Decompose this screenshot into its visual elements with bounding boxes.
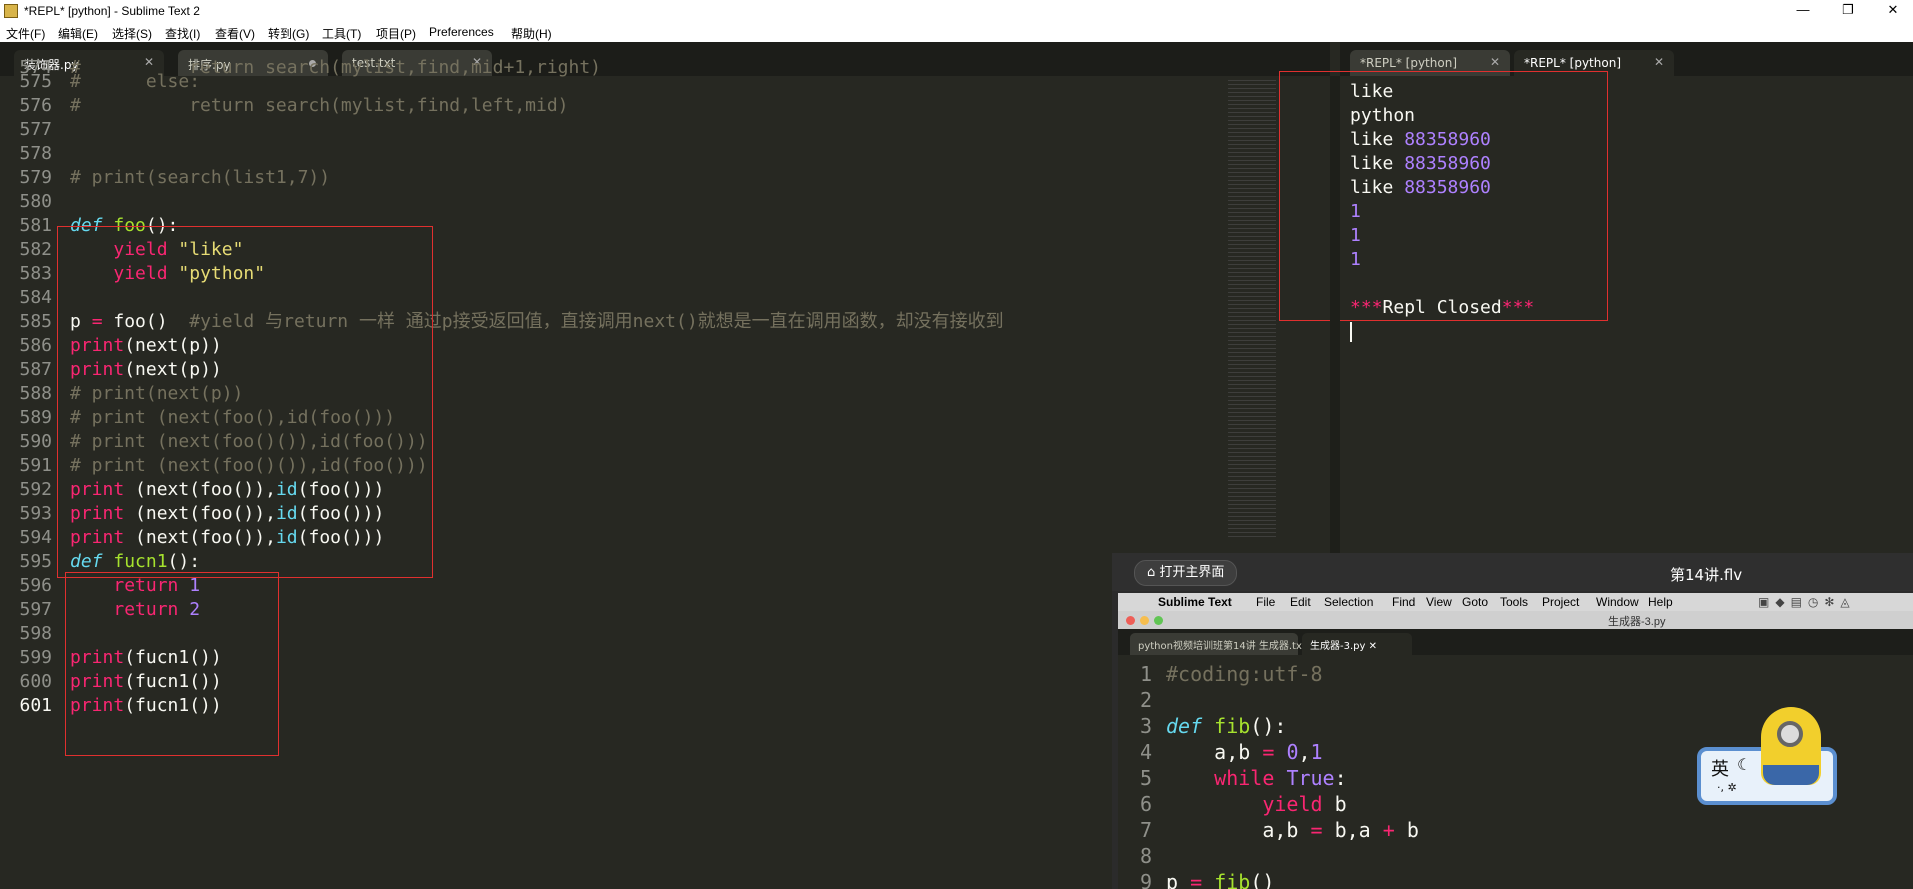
menu-find[interactable]: 查找(I) [165, 25, 200, 42]
repl-line [1350, 272, 1534, 296]
ime-toolbar-widget[interactable]: 英 ☾ ·, ✲ [1697, 707, 1842, 807]
sublime-app-icon [4, 4, 18, 18]
video-top-bar: ⌂ 打开主界面 第14讲.flv [1112, 553, 1913, 591]
menu-goto[interactable]: 转到(G) [268, 25, 309, 42]
menu-view[interactable]: 查看(V) [215, 25, 255, 42]
close-window-button[interactable]: ✕ [1873, 0, 1913, 22]
repl-line: 1 [1350, 249, 1361, 270]
mac-window-titlebar: 生成器-3.py [1118, 611, 1913, 629]
mac-close-icon [1126, 616, 1135, 625]
mac-tab-txt: python视频培训班第14讲 生成器.txt ✕ [1130, 633, 1317, 655]
mac-menu-file: File [1256, 595, 1276, 609]
tab-label: *REPL* [python] [1360, 56, 1457, 70]
mascot-goggle [1777, 721, 1803, 747]
mac-code-line: 2 [1139, 688, 1152, 712]
moon-icon[interactable]: ☾ [1737, 755, 1751, 774]
code-line: 574 # return search(mylist,find,mid+1,rig… [19, 57, 602, 78]
mac-code-line: 3 def fib(): [1139, 714, 1287, 738]
mac-tab-py: 生成器-3.py ✕ [1302, 633, 1412, 655]
mac-menu-project: Project [1542, 595, 1580, 609]
ime-language-indicator[interactable]: 英 [1711, 755, 1729, 781]
repl-line: 1 [1350, 201, 1361, 222]
mac-code-line: 5 while True: [1139, 766, 1347, 790]
mac-menu-app: Sublime Text [1158, 595, 1232, 609]
menu-file[interactable]: 文件(F) [6, 25, 45, 42]
text-cursor [1350, 322, 1352, 342]
mac-window-filename: 生成器-3.py [1608, 616, 1666, 628]
repl-line: like 88358960 [1350, 129, 1491, 150]
highlight-box-fucn1 [65, 572, 279, 756]
video-title: 第14讲.flv [1670, 566, 1743, 584]
mascot-overalls [1763, 765, 1819, 785]
mac-code: 1 #coding:utf-8 2 3 def fib(): 4 a,b = 0,1 5 w… [1118, 661, 1419, 889]
mac-code-line: 7 a,b = b,a + b [1139, 818, 1419, 842]
mac-menu-selection: Selection [1324, 595, 1374, 609]
tab-label: *REPL* [python] [1524, 56, 1621, 70]
open-home-button[interactable]: ⌂ 打开主界面 [1134, 560, 1238, 586]
home-icon: ⌂ [1147, 565, 1160, 580]
repl-cursor-line [1350, 320, 1534, 344]
menu-bar: 文件(F) 编辑(E) 选择(S) 查找(I) 查看(V) 转到(G) 工具(T… [0, 22, 1913, 42]
mac-minimize-icon [1140, 616, 1149, 625]
repl-line: 1 [1350, 225, 1361, 246]
mac-menu-view: View [1426, 595, 1452, 609]
code-line: 579 # print(search(list1,7)) [19, 167, 331, 188]
mac-menu-window: Window [1596, 595, 1639, 609]
repl-line: like 88358960 [1350, 153, 1491, 174]
repl-output[interactable]: like python like 88358960 like 88358960 like… [1350, 80, 1534, 344]
tab-close-icon[interactable]: ✕ [1654, 55, 1664, 69]
mac-code-line: 4 a,b = 0,1 [1139, 740, 1323, 764]
mac-menu-help: Help [1648, 595, 1673, 609]
mac-menu-find: Find [1392, 595, 1416, 609]
minimize-button[interactable]: — [1783, 0, 1823, 22]
code-line: 578 [19, 143, 52, 164]
window-title: *REPL* [python] - Sublime Text 2 [24, 4, 200, 18]
mac-code-line: 8 [1139, 844, 1152, 868]
mac-menu-bar: Sublime Text File Edit Selection Find Vi… [1118, 593, 1913, 611]
code-line: 577 [19, 119, 52, 140]
menu-preferences[interactable]: Preferences [429, 25, 494, 39]
mac-zoom-icon [1154, 616, 1163, 625]
mac-menu-tools: Tools [1500, 595, 1529, 609]
minimap[interactable] [1228, 80, 1276, 540]
repl-line: like 88358960 [1350, 177, 1491, 198]
window-titlebar: *REPL* [python] - Sublime Text 2 — ❐ ✕ [0, 0, 1913, 22]
mac-tab-bar: python视频培训班第14讲 生成器.txt ✕ 生成器-3.py ✕ [1118, 629, 1913, 655]
mac-code-line: 1 #coding:utf-8 [1139, 662, 1323, 686]
mac-code-line: 6 yield b [1139, 792, 1347, 816]
menu-help[interactable]: 帮助(H) [511, 25, 552, 42]
mac-menu-edit: Edit [1290, 595, 1311, 609]
ime-extra-icons: ·, ✲ [1717, 781, 1737, 794]
mac-status-icons: ▣◆▤◷✻◬ [1758, 595, 1856, 609]
highlight-box-foo [57, 226, 433, 578]
code-line: 576 # return search(mylist,find,left,mid) [19, 95, 569, 116]
menu-edit[interactable]: 编辑(E) [58, 25, 98, 42]
mac-code-line: 9p = fib() [1139, 870, 1275, 889]
code-line: 580 [19, 191, 52, 212]
repl-line: like [1350, 81, 1394, 102]
maximize-button[interactable]: ❐ [1828, 0, 1868, 22]
mac-menu-goto: Goto [1462, 595, 1489, 609]
menu-tools[interactable]: 工具(T) [322, 25, 361, 42]
repl-line: python [1350, 105, 1416, 126]
tab-close-icon[interactable]: ✕ [1490, 55, 1500, 69]
menu-selection[interactable]: 选择(S) [112, 25, 152, 42]
repl-closed-line: ***Repl Closed*** [1350, 297, 1535, 318]
menu-project[interactable]: 项目(P) [376, 25, 416, 42]
